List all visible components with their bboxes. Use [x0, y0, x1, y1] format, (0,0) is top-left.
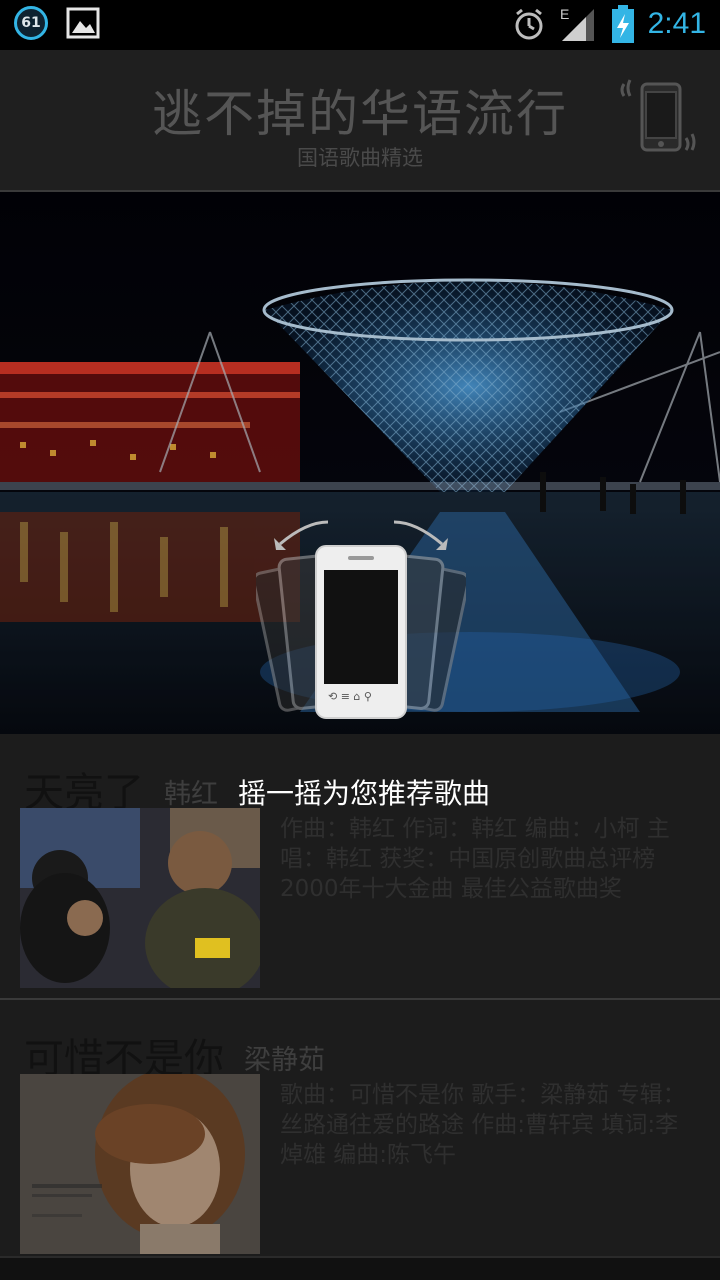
- shake-phone-icon[interactable]: [616, 76, 700, 156]
- signal-icon: E: [560, 6, 594, 41]
- clock: 2:41: [647, 7, 706, 40]
- page-title: 逃不掉的华语流行: [152, 85, 568, 143]
- notification-badge: 61: [14, 6, 48, 40]
- song-cover-image: [20, 808, 260, 988]
- app-screen: 61 E 2:41 逃不掉的华语流行 国语歌曲精选 天亮了 韩红 作曲：韩红 作…: [0, 0, 720, 1280]
- song-cover-image: [20, 1074, 260, 1254]
- song-artist: 韩红: [164, 779, 218, 810]
- status-bar: 61 E 2:41: [0, 0, 720, 50]
- shake-hint-text: 摇一摇为您推荐歌曲: [238, 777, 491, 810]
- svg-text:⟲ ≡ ⌂ ⚲: ⟲ ≡ ⌂ ⚲: [328, 690, 372, 703]
- song-description: 作曲：韩红 作词：韩红 编曲：小柯 主唱：韩红 获奖：中国原创歌曲总评榜 200…: [280, 816, 670, 902]
- network-type-label: E: [560, 6, 569, 22]
- page-subtitle: 国语歌曲精选: [297, 146, 423, 170]
- song-description: 歌曲：可惜不是你 歌手：梁静茹 专辑：丝路通往爱的路途 作曲:曹轩宾 填词:李焯…: [280, 1082, 686, 1168]
- battery-charging-icon: [611, 5, 634, 43]
- image-icon: [66, 7, 100, 39]
- header: 逃不掉的华语流行 国语歌曲精选: [0, 50, 720, 192]
- alarm-icon: [515, 8, 543, 40]
- song-artist: 梁静茹: [244, 1045, 325, 1076]
- song-list: 天亮了 韩红 作曲：韩红 作词：韩红 编曲：小柯 主唱：韩红 获奖：中国原创歌曲…: [0, 734, 720, 1280]
- list-item[interactable]: 可惜不是你 梁静茹 歌曲：可惜不是你 歌手：梁静茹 专辑：丝路通往爱的路途 作曲…: [0, 1000, 720, 1266]
- next-list-item-edge: [0, 1256, 720, 1280]
- shake-phone-icon: ⟲ ≡ ⌂ ⚲: [256, 520, 466, 719]
